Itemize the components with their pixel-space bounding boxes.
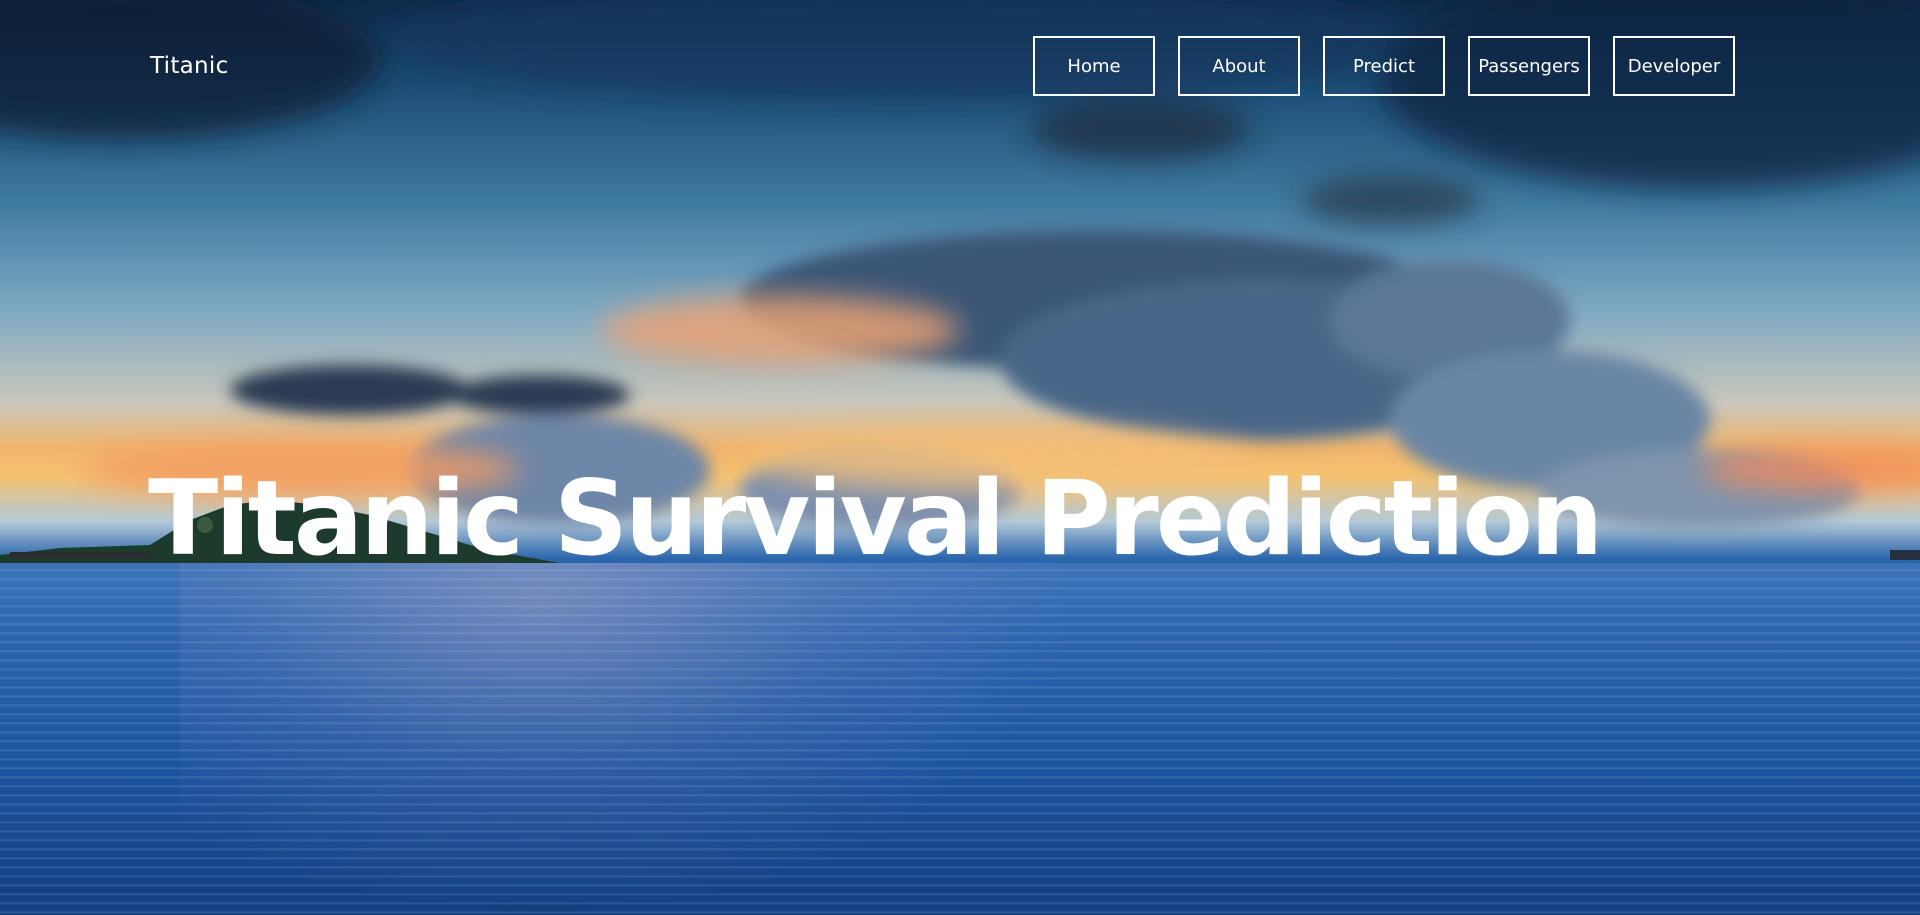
- hero-title: Titanic Survival Prediction: [148, 459, 1603, 579]
- hero-background: Titanic Home About Predict Passengers De…: [0, 0, 1920, 915]
- nav-home-button[interactable]: Home: [1033, 36, 1155, 96]
- ocean-reflection: [180, 563, 1080, 915]
- nav-passengers-button[interactable]: Passengers: [1468, 36, 1590, 96]
- nav-developer-button[interactable]: Developer: [1613, 36, 1735, 96]
- brand-logo[interactable]: Titanic: [150, 53, 229, 79]
- nav-predict-button[interactable]: Predict: [1323, 36, 1445, 96]
- main-nav: Home About Predict Passengers Developer: [1033, 36, 1735, 96]
- nav-about-button[interactable]: About: [1178, 36, 1300, 96]
